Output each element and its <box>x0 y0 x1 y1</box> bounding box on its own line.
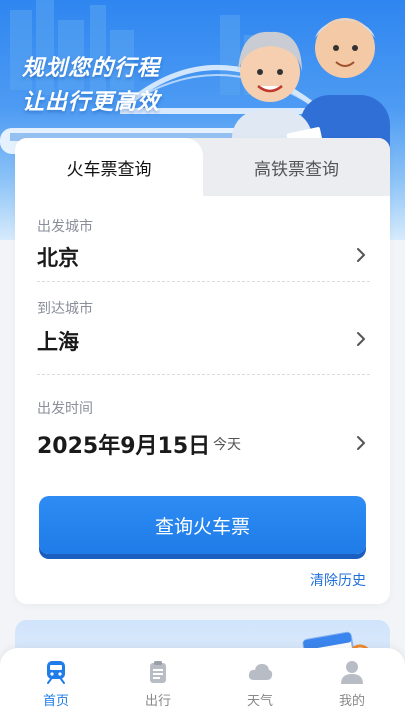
clipboard-icon <box>150 661 166 683</box>
nav-weather[interactable]: 天气 <box>230 658 290 709</box>
nav-profile[interactable]: 我的 <box>322 658 382 709</box>
nav-label-weather: 天气 <box>246 694 273 709</box>
bottom-nav: 首页 出行 天气 我的 <box>0 648 405 720</box>
search-tabs: 高铁票查询 火车票查询 <box>15 138 390 196</box>
departure-city-field[interactable]: 出发城市 北京 <box>37 196 370 270</box>
arrival-label: 到达城市 <box>37 301 93 317</box>
date-hint: 今天 <box>213 437 241 453</box>
ticket-search-card: 高铁票查询 火车票查询 出发城市 北京 到达城市 上海 出发时间 2025年9月… <box>15 138 390 604</box>
nav-label-profile: 我的 <box>338 694 365 709</box>
nav-home[interactable]: 首页 <box>26 658 86 709</box>
nav-label-home: 首页 <box>42 694 69 709</box>
departure-value: 北京 <box>37 246 79 270</box>
date-label: 出发时间 <box>37 401 93 417</box>
date-value: 2025年9月15日 <box>37 434 211 459</box>
departure-date-field[interactable]: 出发时间 2025年9月15日 今天 <box>37 376 370 476</box>
divider <box>37 374 370 375</box>
clear-history-link[interactable]: 清除历史 <box>310 570 366 590</box>
query-train-ticket-button[interactable]: 查询火车票 <box>39 496 366 554</box>
nav-travel[interactable]: 出行 <box>128 658 188 709</box>
tab-high-speed[interactable]: 高铁票查询 <box>203 138 390 196</box>
hero-title: 规划您的行程 让出行更高效 <box>22 52 160 120</box>
tab-train-ticket[interactable]: 火车票查询 <box>15 138 203 196</box>
hero-title-line2: 让出行更高效 <box>22 90 161 115</box>
chevron-right-icon <box>357 436 365 450</box>
chevron-right-icon <box>357 248 365 262</box>
arrival-city-field[interactable]: 到达城市 上海 <box>37 282 370 372</box>
departure-label: 出发城市 <box>37 219 93 235</box>
user-icon <box>341 661 363 684</box>
arrival-value: 上海 <box>37 330 79 354</box>
hero-title-line1: 规划您的行程 <box>22 56 161 81</box>
nav-label-travel: 出行 <box>144 694 171 709</box>
train-icon <box>47 661 65 684</box>
cloud-icon <box>248 664 273 680</box>
chevron-right-icon <box>357 332 365 346</box>
